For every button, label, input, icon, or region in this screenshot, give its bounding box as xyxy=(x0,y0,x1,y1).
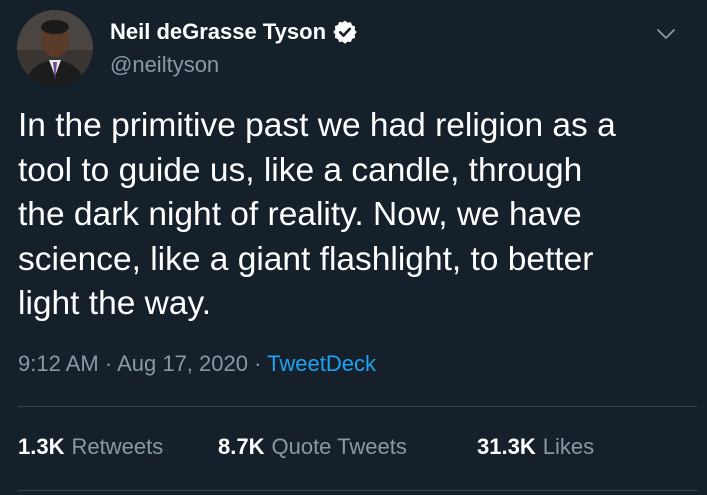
chevron-down-icon[interactable] xyxy=(654,22,678,46)
tweet-time[interactable]: 9:12 AM xyxy=(18,351,99,376)
tweet-text-line: In the primitive past we had religion as… xyxy=(18,107,616,144)
avatar-photo xyxy=(17,10,93,86)
meta-separator: · xyxy=(254,351,268,376)
display-name[interactable]: Neil deGrasse Tyson xyxy=(110,19,326,45)
quote-tweets-count: 8.7K xyxy=(218,434,265,459)
author-name-row[interactable]: Neil deGrasse Tyson xyxy=(110,18,358,46)
tweet-text: In the primitive past we had religion as… xyxy=(18,104,698,327)
quote-tweets-stat[interactable]: 8.7K Quote Tweets xyxy=(218,434,477,460)
divider xyxy=(18,490,697,491)
tweet-stats: 1.3K Retweets 8.7K Quote Tweets 31.3K Li… xyxy=(18,434,594,460)
likes-stat[interactable]: 31.3K Likes xyxy=(477,434,594,460)
tweet-card: Neil deGrasse Tyson @neiltyson In the pr… xyxy=(0,0,707,495)
meta-separator: · xyxy=(104,351,118,376)
quote-tweets-label: Quote Tweets xyxy=(271,434,407,459)
user-handle[interactable]: @neiltyson xyxy=(110,52,219,78)
likes-label: Likes xyxy=(542,434,595,459)
tweet-text-line: science, like a giant flashlight, to bet… xyxy=(18,240,594,278)
retweets-stat[interactable]: 1.3K Retweets xyxy=(18,434,218,460)
tweet-text-line: the dark night of reality. Now, we have xyxy=(18,196,582,233)
tweet-date[interactable]: Aug 17, 2020 xyxy=(117,351,248,376)
tweet-text-line: tool to guide us, like a candle, through xyxy=(18,151,583,189)
tweet-source-link[interactable]: TweetDeck xyxy=(267,351,376,376)
avatar[interactable] xyxy=(17,10,93,86)
verified-badge-icon xyxy=(332,19,358,45)
tweet-meta: 9:12 AM · Aug 17, 2020 · TweetDeck xyxy=(18,351,376,377)
retweets-count: 1.3K xyxy=(18,434,65,459)
divider xyxy=(18,406,697,407)
tweet-text-line: light the way. xyxy=(18,285,212,322)
retweets-label: Retweets xyxy=(71,434,164,459)
likes-count: 31.3K xyxy=(477,434,536,459)
